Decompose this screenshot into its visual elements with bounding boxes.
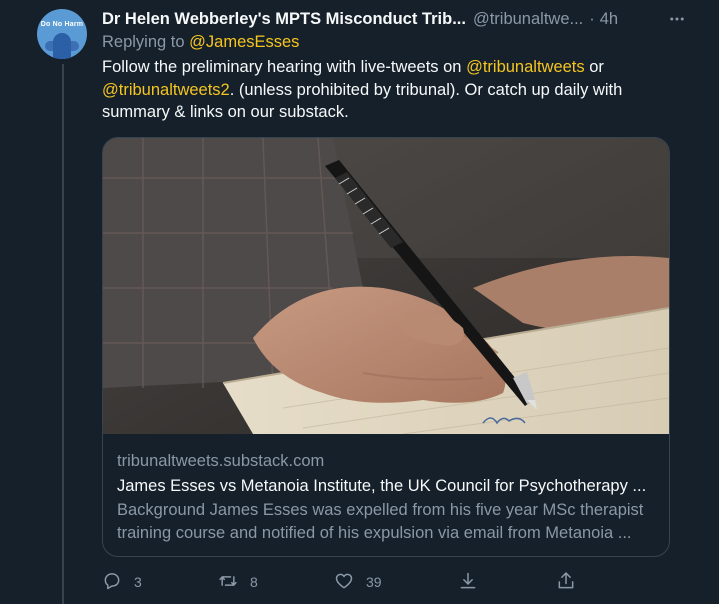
replying-to-link[interactable]: @JamesEsses (189, 33, 299, 51)
card-domain: tribunaltweets.substack.com (117, 452, 325, 470)
reply-icon (102, 571, 122, 594)
more-options-icon[interactable] (666, 8, 688, 30)
avatar-figure (53, 33, 71, 59)
card-desc-line1: Background James Esses was expelled from… (117, 501, 644, 519)
like-count: 39 (366, 574, 382, 590)
retweet-count: 8 (250, 574, 258, 590)
tweet-header: Dr Helen Webberley's MPTS Misconduct Tri… (102, 8, 684, 30)
save-button[interactable] (458, 569, 478, 595)
card-image (103, 138, 669, 434)
tweet-text-part2: or (584, 58, 604, 76)
download-icon (458, 571, 478, 594)
retweet-icon (218, 571, 238, 594)
heart-icon (334, 571, 354, 594)
card-description: Background James Esses was expelled from… (117, 499, 662, 544)
link-card[interactable]: tribunaltweets.substack.com James Esses … (102, 137, 670, 557)
share-icon (556, 571, 576, 594)
tweet-time[interactable]: 4h (600, 10, 618, 29)
tweet-text: Follow the preliminary hearing with live… (102, 56, 662, 124)
card-desc-line2: training course and notified of his expu… (117, 523, 632, 542)
avatar[interactable]: Do No Harm (37, 9, 87, 59)
tweet-text-part1: Follow the preliminary hearing with live… (102, 58, 467, 76)
tweet-actions: 3 8 39 (102, 569, 682, 595)
avatar-label: Do No Harm (40, 21, 84, 28)
share-button[interactable] (556, 569, 576, 595)
retweet-button[interactable]: 8 (218, 569, 258, 595)
card-meta: tribunaltweets.substack.com James Esses … (117, 450, 662, 544)
replying-to: Replying to @JamesEsses (102, 33, 299, 52)
card-title: James Esses vs Metanoia Institute, the U… (117, 476, 647, 495)
separator-dot: · (589, 9, 595, 28)
reply-count: 3 (134, 574, 142, 590)
thread-connector-line (62, 64, 64, 604)
author-name[interactable]: Dr Helen Webberley's MPTS Misconduct Tri… (102, 10, 466, 29)
like-button[interactable]: 39 (334, 569, 382, 595)
mention-tribunaltweets2[interactable]: @tribunaltweets2 (102, 81, 230, 99)
author-handle[interactable]: @tribunaltwe... (473, 10, 583, 29)
reply-button[interactable]: 3 (102, 569, 142, 595)
replying-prefix: Replying to (102, 33, 185, 51)
mention-tribunaltweets[interactable]: @tribunaltweets (466, 58, 585, 76)
